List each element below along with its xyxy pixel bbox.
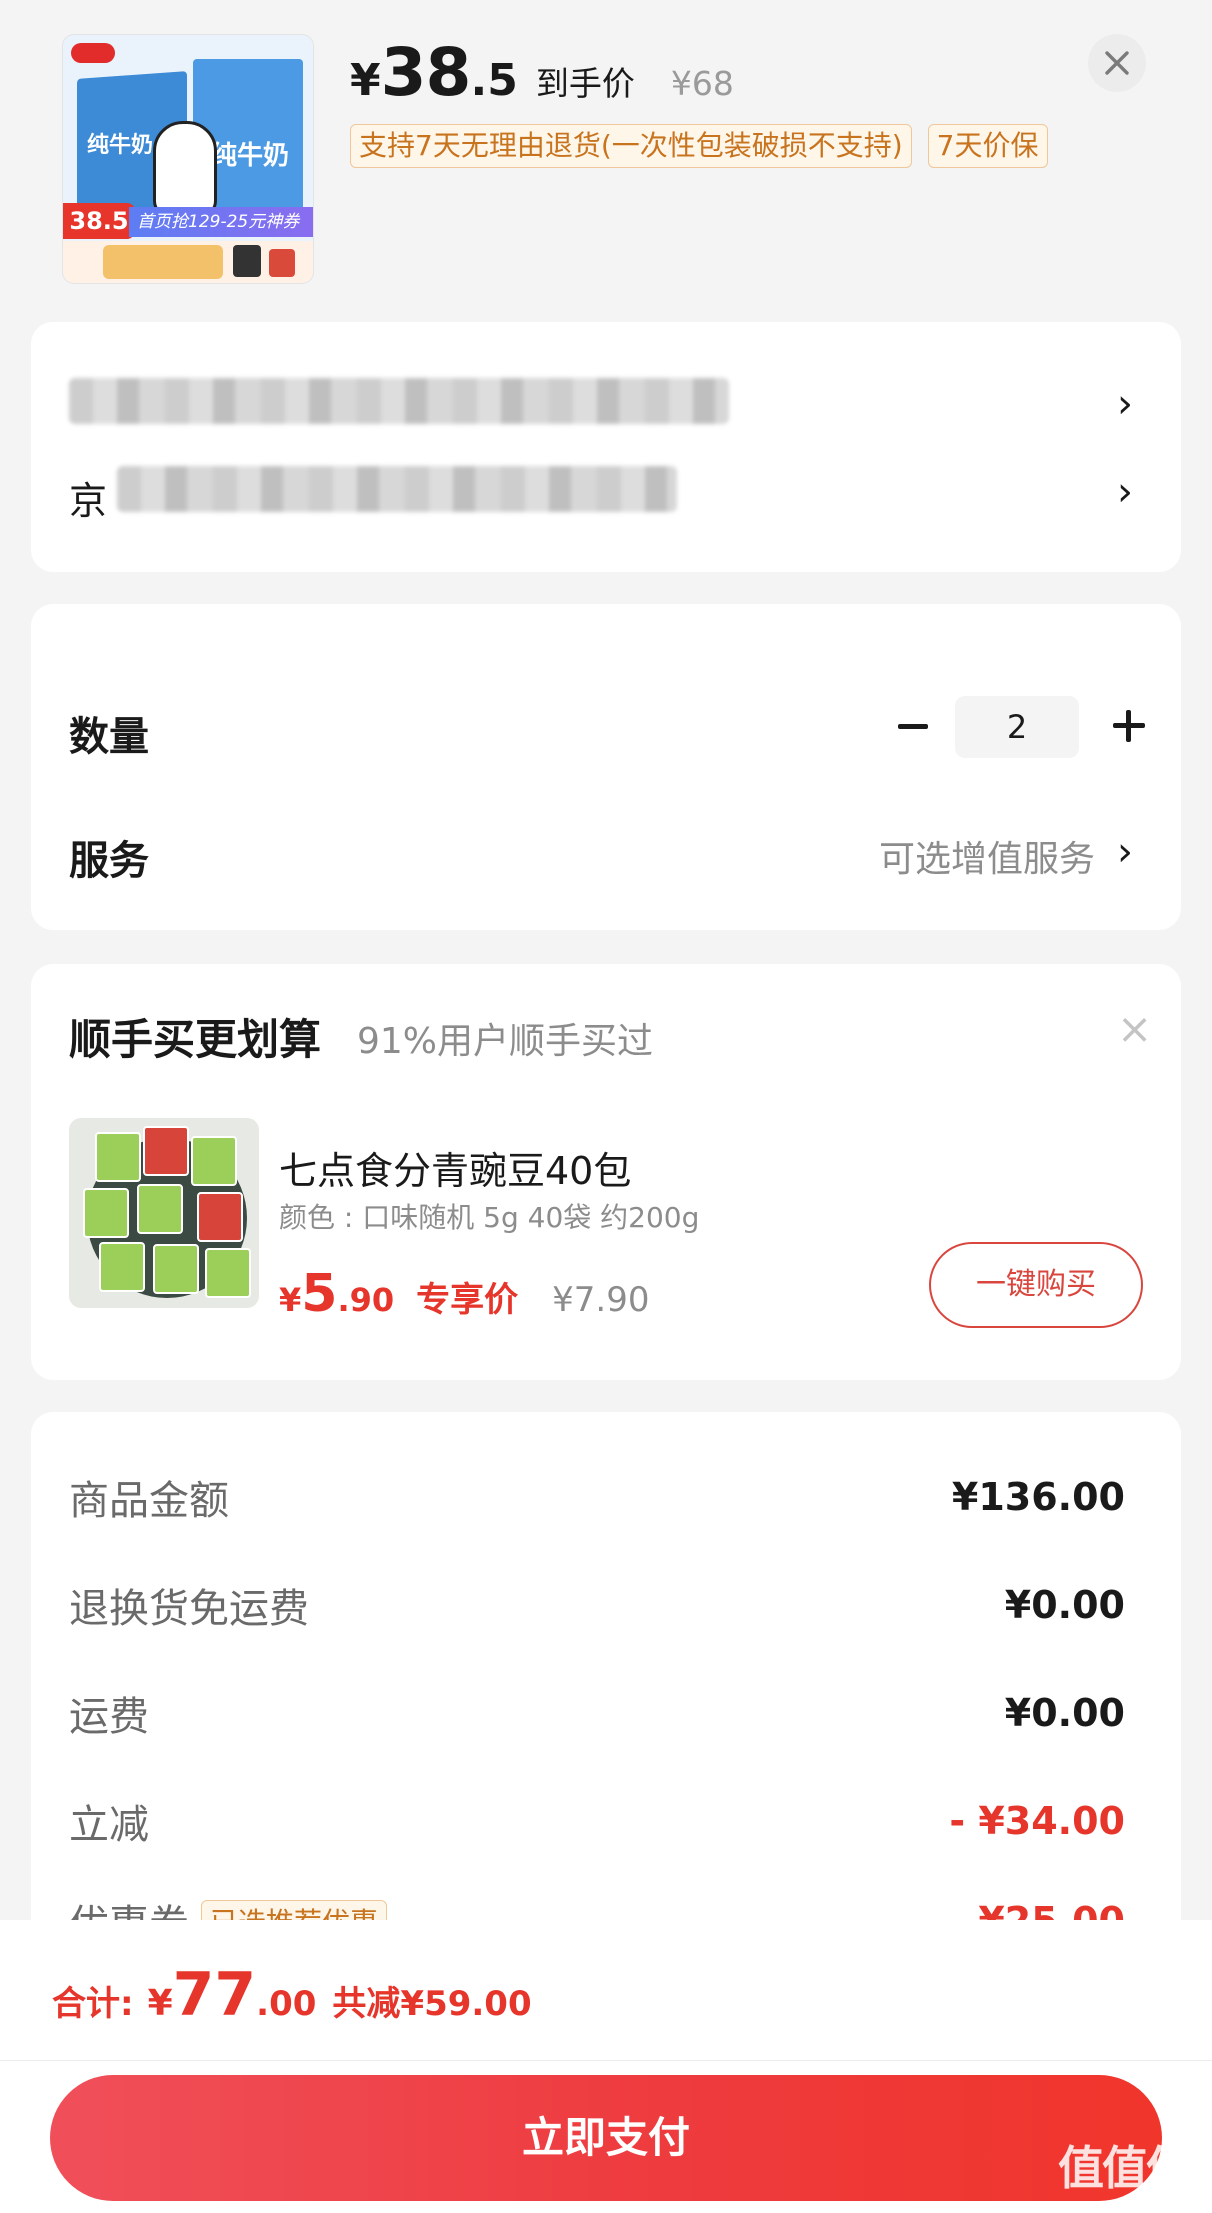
return-shipping-value: ¥0.00 — [1004, 1583, 1125, 1627]
close-button[interactable] — [1088, 34, 1146, 92]
return-policy-tag: 支持7天无理由退货(一次性包装破损不支持) — [350, 124, 912, 168]
increase-quantity-button[interactable] — [1101, 698, 1157, 754]
price-protect-tag: 7天价保 — [927, 124, 1048, 168]
divider — [0, 2060, 1212, 2061]
checkout-bottom-bar: 合计: ¥ 77 .00 共减¥59.00 立即支付 — [0, 1920, 1212, 2213]
return-shipping-label: 退换货免运费 — [69, 1586, 309, 1632]
recommend-product-spec: 颜色 : 口味随机 5g 40袋 约200g — [279, 1201, 700, 1234]
price-currency: ¥ — [350, 55, 381, 106]
recommend-card: 顺手买更划算 91%用户顺手买过 × 七点食分青豌豆40包 颜色 : 口味随机 … — [31, 964, 1181, 1380]
summary-row: 运费 ¥0.00 — [69, 1684, 1125, 1742]
checkout-page: 纯牛奶 纯牛奶 38.5 首页抢129-25元神券 ¥ 38 .5 到手价 ¥6… — [0, 0, 1212, 2213]
thumb-promo-strip: 首页抢129-25元神券 — [129, 207, 313, 237]
service-tags: 支持7天无理由退货(一次性包装破损不支持) 7天价保 — [350, 124, 1048, 168]
summary-row: 商品金额 ¥136.00 — [69, 1468, 1125, 1526]
shipping-fee-value: ¥0.00 — [1004, 1691, 1125, 1735]
price-decimal: .5 — [470, 55, 518, 106]
service-options-link[interactable]: 可选增值服务 — [879, 830, 1095, 882]
thumb-price-tag: 38.5 — [63, 203, 135, 239]
total-integer: 77 — [172, 1960, 257, 2030]
quantity-input[interactable] — [955, 696, 1079, 758]
summary-row: 立减 - ¥34.00 — [69, 1792, 1125, 1850]
pay-now-button[interactable]: 立即支付 — [50, 2075, 1162, 2201]
close-icon — [1105, 51, 1129, 75]
final-price: ¥ 38 .5 到手价 ¥68 — [350, 34, 734, 111]
service-label: 服务 — [69, 838, 149, 884]
price-integer: 38 — [380, 34, 472, 111]
chevron-right-icon[interactable]: › — [1117, 472, 1133, 512]
price-label: 到手价 — [535, 64, 635, 103]
product-thumbnail: 纯牛奶 纯牛奶 38.5 首页抢129-25元神券 — [62, 34, 314, 284]
shipping-fee-label: 运费 — [69, 1694, 149, 1740]
goods-amount-value: ¥136.00 — [951, 1475, 1125, 1519]
summary-row: 退换货免运费 ¥0.00 — [69, 1576, 1125, 1634]
exclusive-price-label: 专享价 — [416, 1280, 519, 1320]
chevron-right-icon[interactable]: › — [1117, 832, 1133, 872]
watermark-url: zhizhizhi.com — [1058, 2198, 1167, 2213]
chevron-right-icon[interactable]: › — [1117, 384, 1133, 424]
watermark-logo: 值值值 — [1058, 2141, 1192, 2195]
instant-discount-value: - ¥34.00 — [949, 1799, 1125, 1843]
close-icon[interactable]: × — [1117, 1008, 1152, 1050]
quantity-label: 数量 — [69, 714, 149, 760]
recommend-product-image[interactable] — [69, 1118, 259, 1308]
decrease-quantity-button[interactable] — [887, 700, 939, 752]
one-click-buy-button[interactable]: 一键购买 — [929, 1242, 1143, 1328]
recommend-price: ¥ 5 .90 专享价 ¥7.90 — [279, 1264, 650, 1324]
total-amount: 合计: ¥ 77 .00 共减¥59.00 — [52, 1960, 532, 2030]
brand-logo — [71, 43, 115, 63]
goods-amount-label: 商品金额 — [69, 1478, 229, 1524]
blurred-address — [117, 466, 677, 512]
total-label: 合计: — [52, 1984, 134, 2024]
address-prefix: 京 — [69, 479, 108, 523]
mascot-image — [153, 121, 217, 217]
recommend-product-name[interactable]: 七点食分青豌豆40包 — [279, 1140, 631, 1195]
watermark: 值值值 zhizhizhi.com — [1058, 2132, 1208, 2213]
price-summary-card: 商品金额 ¥136.00 退换货免运费 ¥0.00 运费 ¥0.00 立减 - … — [31, 1412, 1181, 1948]
recommend-subtitle: 91%用户顺手买过 — [357, 1021, 654, 1062]
original-price: ¥68 — [670, 64, 734, 103]
recommend-original-price: ¥7.90 — [552, 1280, 650, 1320]
minus-icon — [898, 723, 928, 729]
blurred-receiver-info — [69, 378, 729, 424]
product-header: 纯牛奶 纯牛奶 38.5 首页抢129-25元神券 ¥ 38 .5 到手价 ¥6… — [0, 0, 1212, 300]
instant-discount-label: 立减 — [69, 1802, 149, 1848]
recommend-title: 顺手买更划算 — [69, 1015, 322, 1064]
total-saved: 共减¥59.00 — [332, 1984, 532, 2024]
quantity-service-card: 数量 服务 可选增值服务 › — [31, 604, 1181, 930]
address-card[interactable]: 京 › › — [31, 322, 1181, 572]
